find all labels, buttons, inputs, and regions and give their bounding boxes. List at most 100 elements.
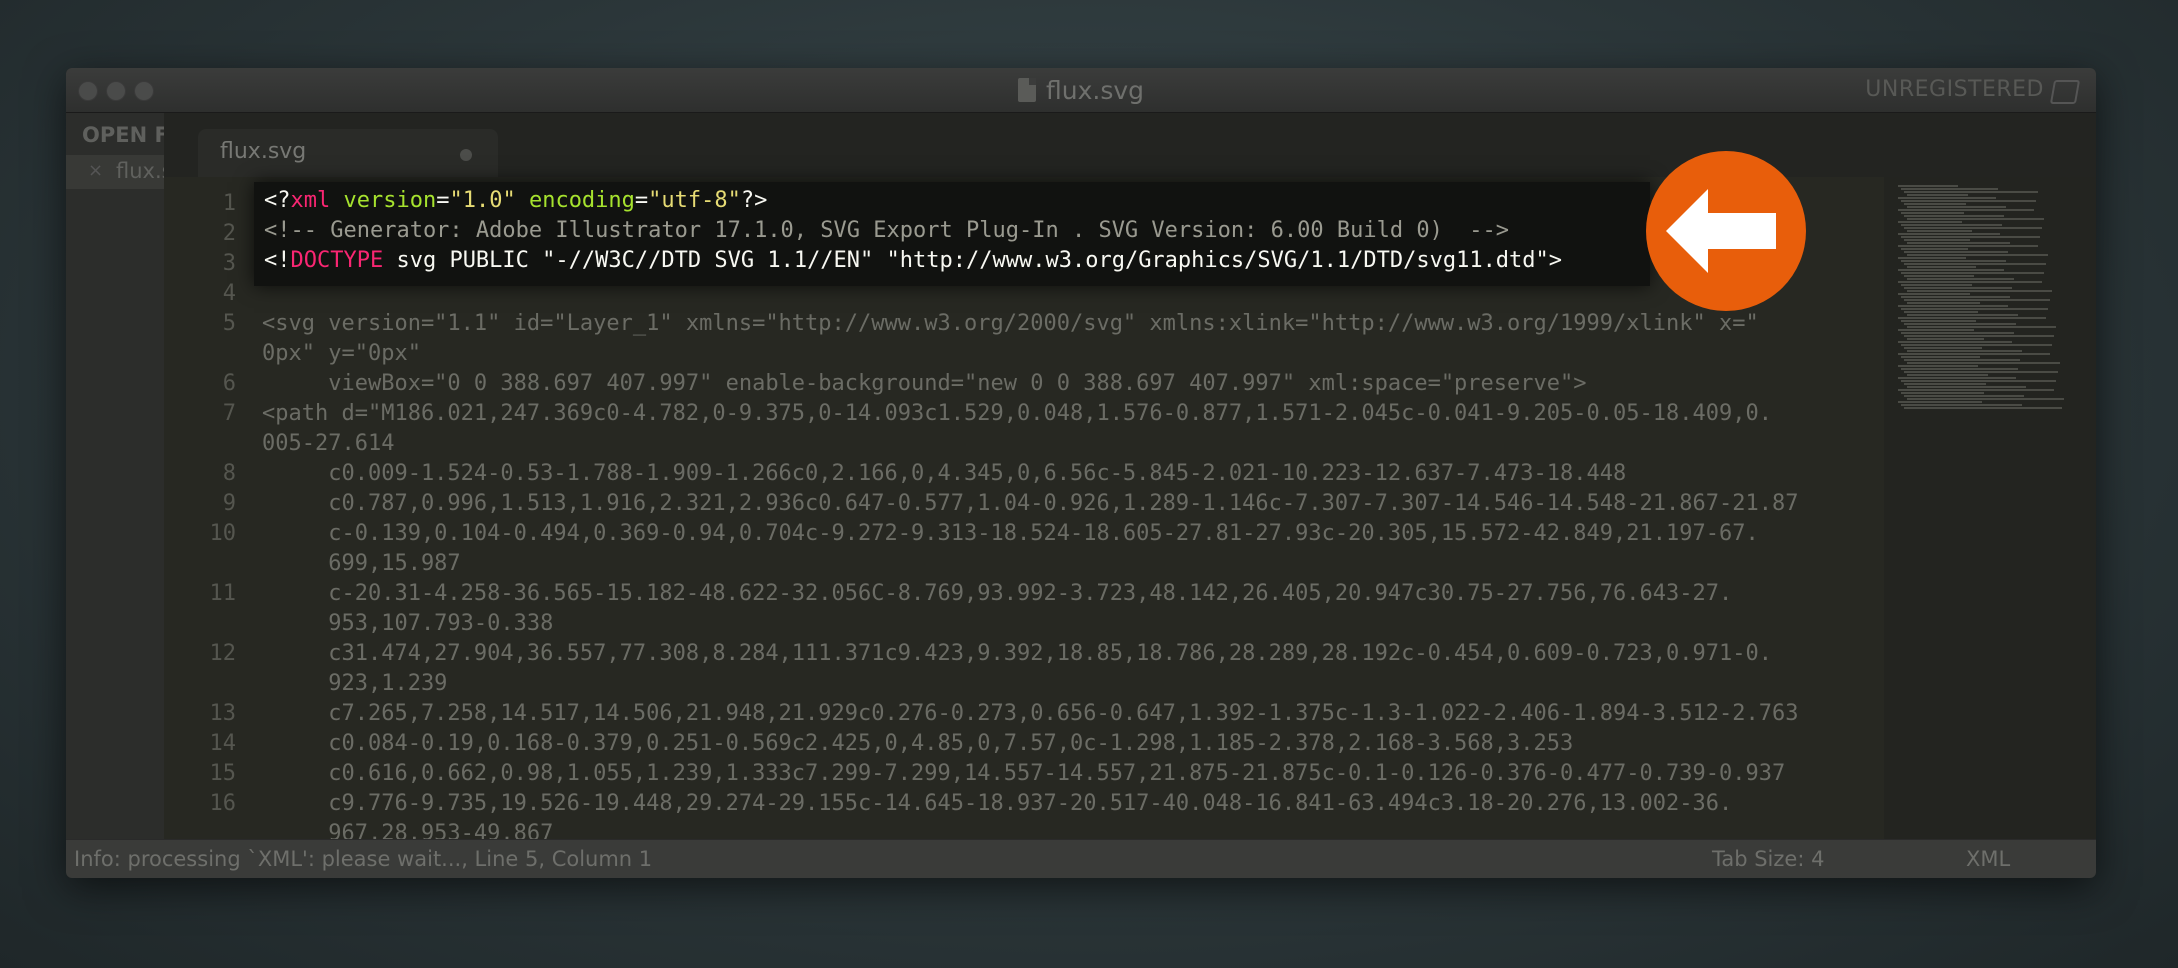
line-number: 9: [222, 491, 236, 516]
minimap-line: [1904, 347, 1982, 349]
close-file-icon[interactable]: ×: [88, 160, 103, 181]
fullscreen-icon[interactable]: [2049, 80, 2081, 104]
tab-close-icon[interactable]: [460, 149, 472, 161]
minimap-line: [1901, 356, 1980, 358]
syntax-selector[interactable]: XML: [1966, 840, 2010, 878]
left-arrow-icon: [1666, 189, 1776, 273]
minimap-line: [1907, 314, 2018, 316]
sidebar: OPEN FILES × flux.svg: [66, 113, 219, 840]
file-icon: [1017, 78, 1036, 102]
minimap[interactable]: [1884, 177, 2096, 840]
line-number: 4: [222, 281, 236, 306]
tab-label: flux.svg: [220, 139, 307, 164]
minimap-line: [1898, 233, 2000, 235]
minimap-line: [1907, 206, 2006, 208]
minimap-line: [1898, 353, 2050, 355]
minimap-line: [1901, 200, 2036, 202]
line-text: <path d="M186.021,247.369c0-4.782,0-9.37…: [262, 401, 1772, 426]
minimap-line: [1904, 287, 2012, 289]
line-text: 923,1.239: [262, 671, 448, 696]
status-message: Info: processing `XML': please wait..., …: [74, 847, 653, 871]
minimap-line: [1904, 371, 2058, 373]
minimap-line: [1907, 386, 2026, 388]
minimap-line: [1904, 215, 2004, 217]
minimap-line: [1898, 281, 2042, 283]
line-number: 1: [222, 191, 236, 216]
minimap-line: [1898, 305, 2008, 307]
highlighted-code-block: <?xml version="1.0" encoding="utf-8"?> <…: [254, 182, 1650, 286]
minimap-line: [1898, 365, 1978, 367]
minimap-line: [1901, 224, 2002, 226]
minimap-line: [1901, 308, 2048, 310]
minimap-line: [1901, 260, 2006, 262]
minimap-line: [1898, 389, 2054, 391]
line-text: c0.616,0.662,0.98,1.055,1.239,1.333c7.29…: [262, 761, 1786, 786]
minimap-line: [1907, 254, 2048, 256]
tab-bar: flux.svg: [164, 113, 2096, 177]
tab-flux-svg[interactable]: flux.svg: [198, 129, 498, 177]
line-number: 13: [209, 701, 237, 726]
line-text: 699,15.987: [262, 551, 461, 576]
line-text: 967,28.953-49.867: [262, 821, 554, 840]
minimap-line: [1898, 293, 1970, 295]
minimap-line: [1904, 263, 2046, 265]
minimap-line: [1907, 350, 2022, 352]
status-bar: Info: processing `XML': please wait..., …: [66, 839, 2096, 878]
minimap-line: [1898, 257, 1966, 259]
minimap-line: [1907, 218, 2044, 220]
minimap-line: [1898, 269, 2004, 271]
sidebar-item-open-file[interactable]: × flux.svg: [66, 155, 198, 189]
highlight-line-1: <?xml version="1.0" encoding="utf-8"?>: [264, 188, 768, 213]
minimap-line: [1907, 374, 1988, 376]
line-text: c0.009-1.524-0.53-1.788-1.909-1.266c0,2.…: [262, 461, 1627, 486]
minimap-line: [1901, 272, 2044, 274]
line-text: 005-27.614: [262, 431, 395, 456]
minimap-line: [1901, 320, 1976, 322]
line-number: 14: [209, 731, 237, 756]
line-number: 8: [222, 461, 236, 486]
minimap-line: [1907, 302, 1980, 304]
minimap-line: [1901, 332, 2014, 334]
minimap-line: [1904, 191, 2038, 193]
minimap-line: [1904, 227, 2042, 229]
minimap-line: [1898, 329, 1974, 331]
line-text: c-0.139,0.104-0.494,0.369-0.94,0.704c-9.…: [262, 521, 1759, 546]
minimap-line: [1898, 197, 1996, 199]
window-title: flux.svg: [1045, 75, 1145, 105]
minimap-line: [1907, 326, 2056, 328]
line-text: 0px" y="0px": [262, 341, 421, 366]
minimap-line: [1898, 245, 2038, 247]
minimap-line: [1904, 335, 2054, 337]
minimap-line: [1904, 407, 2062, 409]
title-bar: flux.svg UNREGISTERED: [66, 68, 2096, 113]
minimap-line: [1904, 203, 1966, 205]
minimap-line: [1907, 266, 1976, 268]
minimap-line: [1901, 392, 1984, 394]
tab-size-selector[interactable]: Tab Size: 4: [1712, 840, 1824, 878]
line-text: viewBox="0 0 388.697 407.997" enable-bac…: [262, 371, 1587, 396]
minimap-line: [1904, 299, 2050, 301]
minimap-line: [1904, 239, 1970, 241]
minimap-line: [1901, 380, 2056, 382]
line-number: 15: [209, 761, 237, 786]
minimap-line: [1898, 209, 2034, 211]
minimap-line: [1898, 341, 2012, 343]
minimap-line: [1898, 221, 1962, 223]
minimap-line: [1904, 359, 2020, 361]
minimap-line: [1898, 377, 2016, 379]
line-number: 10: [209, 521, 237, 546]
line-number: 11: [209, 581, 237, 606]
minimap-line: [1898, 185, 1958, 187]
line-number: 7: [222, 401, 236, 426]
minimap-line: [1907, 278, 2014, 280]
minimap-line: [1901, 284, 1972, 286]
minimap-line: [1907, 242, 2010, 244]
line-number: 5: [222, 311, 236, 336]
minimap-line: [1904, 275, 1974, 277]
minimap-line: [1904, 251, 2008, 253]
minimap-line: [1901, 212, 1964, 214]
line-text: c31.474,27.904,36.557,77.308,8.284,111.3…: [262, 641, 1772, 666]
registration-status: UNREGISTERED: [1865, 77, 2044, 102]
minimap-line: [1907, 194, 1968, 196]
minimap-line: [1907, 290, 2052, 292]
